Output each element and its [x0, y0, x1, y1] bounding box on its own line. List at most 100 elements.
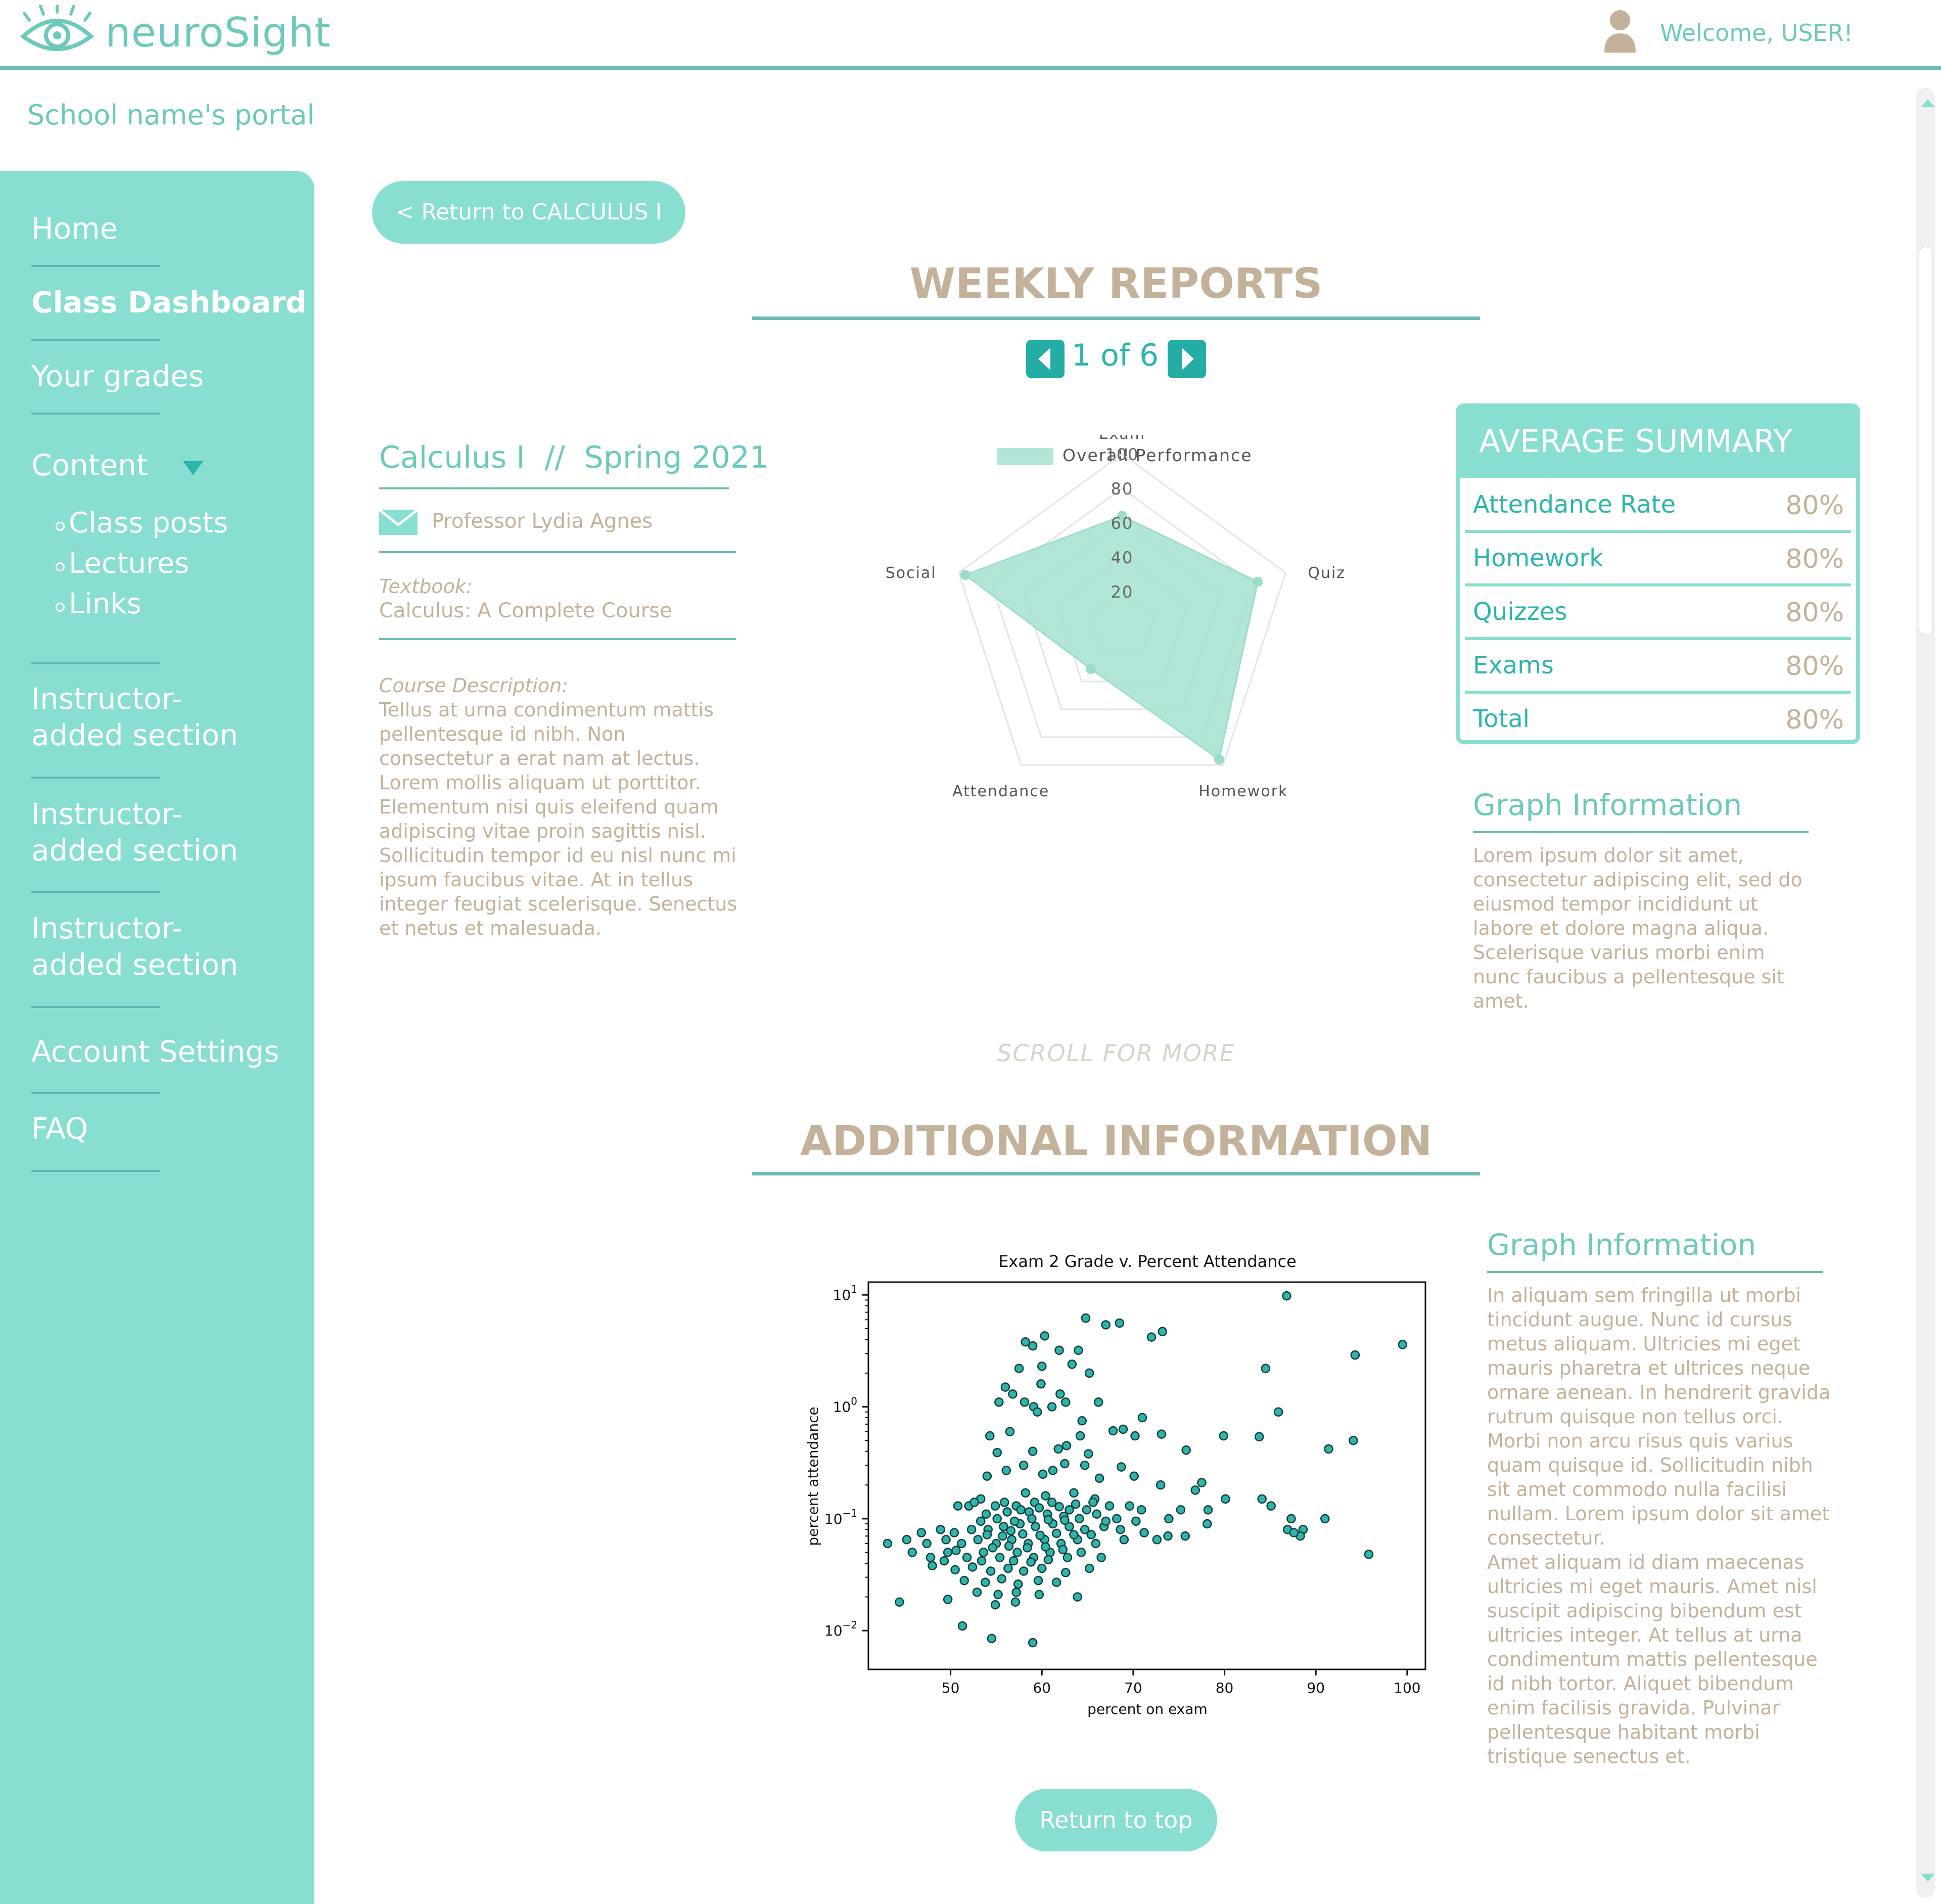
- scatter-point[interactable]: [1073, 1592, 1082, 1602]
- scatter-point[interactable]: [928, 1561, 937, 1571]
- scatter-point[interactable]: [967, 1562, 978, 1572]
- scatter-point[interactable]: [1084, 1449, 1093, 1459]
- scatter-point[interactable]: [1013, 1579, 1023, 1589]
- scatter-point[interactable]: [902, 1535, 912, 1545]
- previous-page-button[interactable]: [1026, 340, 1065, 378]
- scatter-point[interactable]: [951, 1546, 961, 1556]
- scatter-point[interactable]: [1037, 1362, 1047, 1371]
- scatter-point[interactable]: [953, 1501, 963, 1511]
- scatter-point[interactable]: [998, 1531, 1007, 1541]
- scatter-point[interactable]: [1075, 1514, 1084, 1524]
- scatter-point[interactable]: [1116, 1525, 1125, 1534]
- scatter-point[interactable]: [1082, 1505, 1092, 1515]
- scatter-point[interactable]: [1060, 1459, 1070, 1469]
- scatter-point[interactable]: [982, 1471, 992, 1481]
- return-to-class-button[interactable]: < Return to CALCULUS I: [372, 181, 685, 244]
- scatter-point[interactable]: [1221, 1494, 1230, 1504]
- scatter-point[interactable]: [1257, 1494, 1267, 1504]
- scatter-point[interactable]: [1118, 1424, 1128, 1434]
- scatter-point[interactable]: [1131, 1516, 1141, 1526]
- scatter-point[interactable]: [936, 1525, 945, 1534]
- scatter-point[interactable]: [1054, 1345, 1064, 1355]
- scatter-point[interactable]: [1289, 1528, 1299, 1537]
- scatter-point[interactable]: [1273, 1407, 1283, 1417]
- sidebar-item-instructor-section-2[interactable]: Instructor-added section: [31, 796, 274, 869]
- scatter-point[interactable]: [943, 1595, 953, 1604]
- scatter-point[interactable]: [1129, 1471, 1139, 1481]
- scatter-point[interactable]: [1094, 1397, 1103, 1407]
- scatter-point[interactable]: [1020, 1397, 1030, 1407]
- scatter-point[interactable]: [1036, 1379, 1046, 1389]
- scatter-point[interactable]: [1037, 1563, 1047, 1573]
- scatter-point[interactable]: [1139, 1528, 1149, 1537]
- scatter-point[interactable]: [1019, 1461, 1029, 1470]
- scatter-point[interactable]: [1055, 1389, 1065, 1399]
- scatter-point[interactable]: [907, 1548, 917, 1557]
- scatter-point[interactable]: [1136, 1505, 1146, 1515]
- caret-down-icon[interactable]: [183, 461, 203, 475]
- scatter-point[interactable]: [959, 1576, 969, 1585]
- scatter-point[interactable]: [1156, 1480, 1166, 1490]
- scatter-point[interactable]: [939, 1556, 949, 1566]
- scrollbar-thumb[interactable]: [1919, 247, 1933, 635]
- scatter-point[interactable]: [1219, 1431, 1229, 1441]
- scatter-point[interactable]: [1115, 1318, 1125, 1328]
- scatter-point[interactable]: [1051, 1528, 1061, 1538]
- scatter-point[interactable]: [1158, 1327, 1167, 1337]
- scatter-point[interactable]: [1202, 1519, 1212, 1529]
- scatter-point[interactable]: [1077, 1416, 1087, 1426]
- sidebar-subitem-lectures[interactable]: Lectures: [56, 547, 189, 580]
- scatter-point[interactable]: [1026, 1557, 1036, 1567]
- scatter-point[interactable]: [985, 1431, 995, 1441]
- scatter-point[interactable]: [1101, 1516, 1111, 1526]
- scatter-point[interactable]: [1084, 1368, 1094, 1378]
- scatter-point[interactable]: [1096, 1553, 1106, 1562]
- scroll-down-icon[interactable]: [1921, 1874, 1935, 1882]
- scatter-point[interactable]: [1019, 1566, 1029, 1576]
- sidebar-item-instructor-section-1[interactable]: Instructor-added section: [31, 681, 274, 753]
- scatter-point[interactable]: [1071, 1499, 1081, 1509]
- scatter-point[interactable]: [1053, 1444, 1064, 1454]
- scatter-point[interactable]: [1014, 1364, 1024, 1374]
- scatter-point[interactable]: [980, 1577, 990, 1588]
- scatter-point[interactable]: [995, 1553, 1005, 1562]
- scatter-point[interactable]: [1146, 1332, 1157, 1342]
- scatter-point[interactable]: [957, 1538, 966, 1549]
- scatter-point[interactable]: [976, 1516, 986, 1526]
- scatter-point[interactable]: [883, 1538, 893, 1549]
- scatter-point[interactable]: [1021, 1488, 1030, 1498]
- scatter-point[interactable]: [1051, 1577, 1061, 1588]
- scatter-point[interactable]: [1060, 1568, 1071, 1577]
- scatter-point[interactable]: [1164, 1514, 1174, 1524]
- scatter-point[interactable]: [1350, 1350, 1360, 1360]
- scatter-point[interactable]: [1023, 1543, 1032, 1553]
- scatter-point[interactable]: [994, 1397, 1004, 1407]
- scatter-point[interactable]: [1349, 1435, 1358, 1445]
- scatter-point[interactable]: [1038, 1469, 1048, 1479]
- scatter-point[interactable]: [990, 1600, 1000, 1610]
- scatter-point[interactable]: [962, 1553, 972, 1562]
- sidebar-item-class-dashboard[interactable]: Class Dashboard: [31, 284, 307, 321]
- scatter-point[interactable]: [969, 1498, 979, 1507]
- scatter-point[interactable]: [1092, 1509, 1101, 1519]
- scatter-point[interactable]: [950, 1565, 960, 1575]
- scatter-point[interactable]: [941, 1535, 951, 1545]
- scatter-point[interactable]: [1091, 1538, 1101, 1549]
- scatter-point[interactable]: [1324, 1444, 1333, 1454]
- scatter-point[interactable]: [1197, 1478, 1207, 1487]
- scatter-point[interactable]: [1011, 1588, 1021, 1597]
- scatter-point[interactable]: [1048, 1466, 1058, 1475]
- scatter-point[interactable]: [1012, 1548, 1022, 1557]
- scatter-point[interactable]: [1282, 1291, 1291, 1301]
- scatter-point[interactable]: [1101, 1320, 1111, 1330]
- scatter-point[interactable]: [1034, 1590, 1044, 1600]
- scatter-point[interactable]: [1130, 1431, 1140, 1441]
- scatter-point[interactable]: [1006, 1526, 1016, 1536]
- scatter-point[interactable]: [1001, 1466, 1011, 1475]
- scatter-point[interactable]: [1008, 1556, 1019, 1566]
- scatter-point[interactable]: [987, 1634, 997, 1644]
- scatter-point[interactable]: [1157, 1429, 1167, 1439]
- radar-point[interactable]: [960, 570, 970, 580]
- scatter-point[interactable]: [1104, 1501, 1115, 1511]
- scatter-point[interactable]: [1076, 1548, 1086, 1557]
